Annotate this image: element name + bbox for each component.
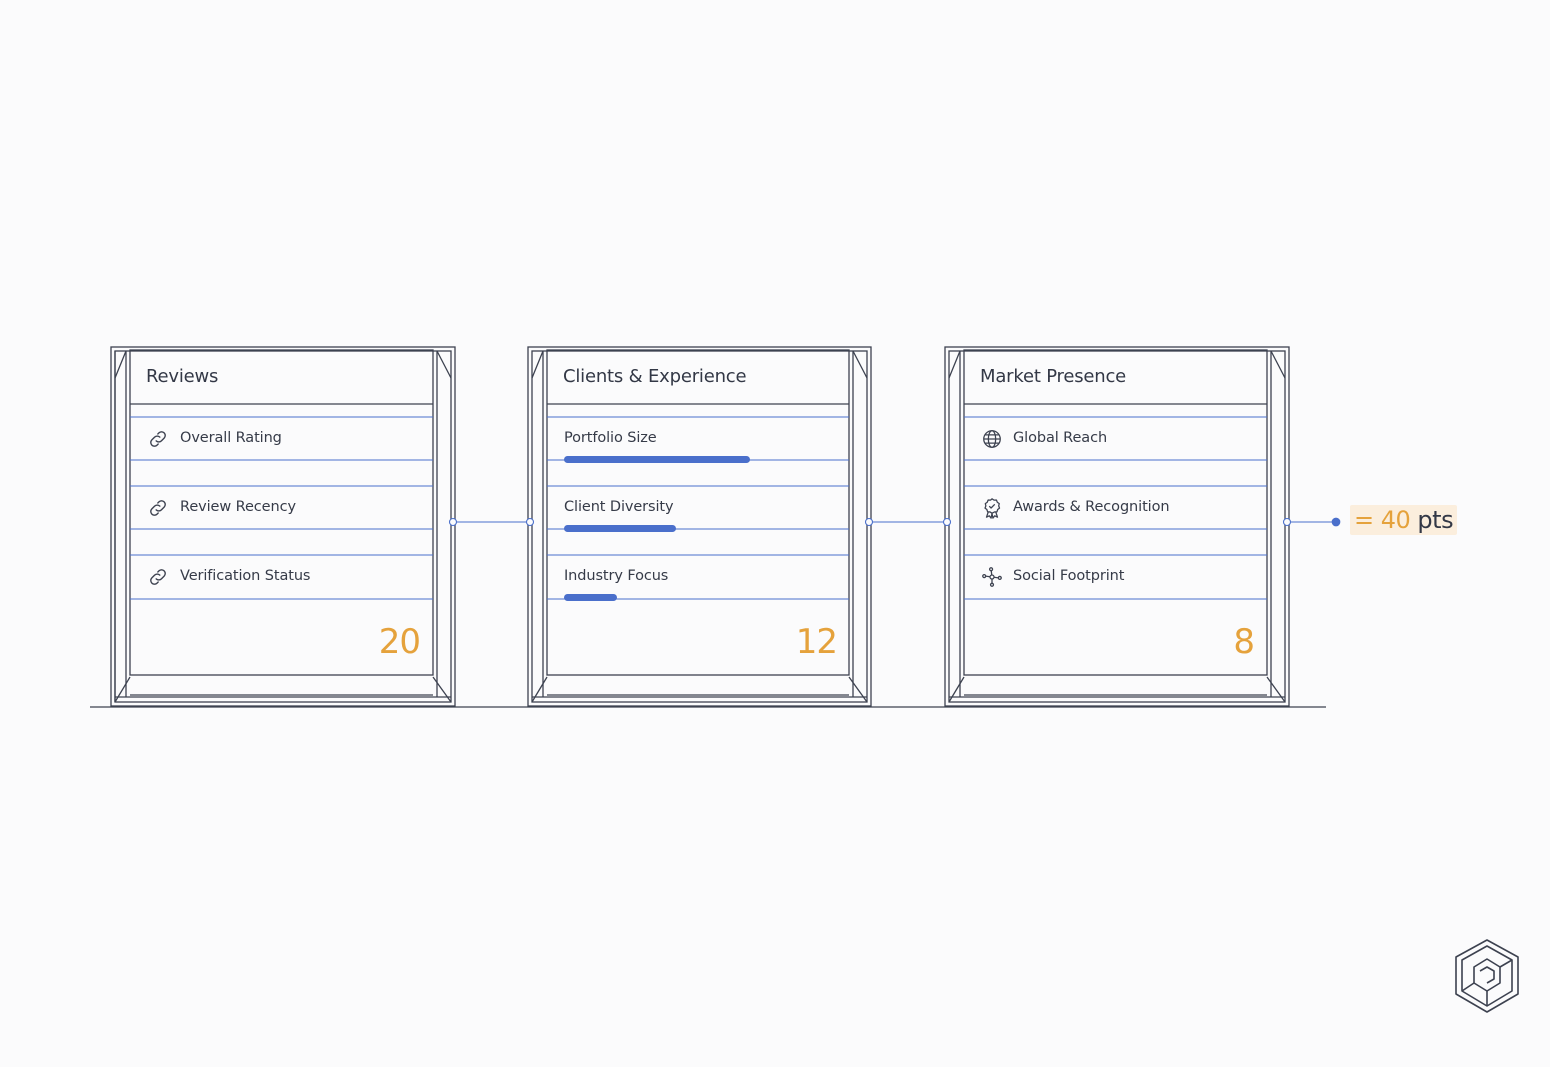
list-item-overall-rating: Overall Rating — [131, 417, 433, 461]
row-label: Global Reach — [1013, 430, 1108, 446]
list-item-social-footprint: Social Footprint — [965, 555, 1267, 599]
card-score: 12 — [795, 622, 838, 662]
row-label: Review Recency — [180, 499, 296, 515]
list-item-portfolio-size: Portfolio Size — [548, 417, 850, 463]
link-icon — [150, 569, 166, 585]
row-label: Portfolio Size — [564, 430, 657, 446]
list-item-global-reach: Global Reach — [965, 417, 1267, 461]
total-unit: pts — [1417, 506, 1454, 534]
row-label: Industry Focus — [564, 568, 669, 584]
card-title: Reviews — [146, 366, 219, 387]
scoring-diagram: Reviews Overall Rating Review Recency Ve… — [0, 0, 1550, 1067]
list-item-verification-status: Verification Status — [131, 555, 433, 599]
level-bar — [564, 594, 617, 601]
total-value: = 40 — [1354, 506, 1411, 534]
row-label: Client Diversity — [564, 499, 674, 515]
card-market-presence: Market Presence Global Reach Awards & Re… — [965, 350, 1267, 674]
award-ribbon-icon — [984, 498, 1001, 519]
card-score: 8 — [1233, 622, 1255, 662]
globe-icon — [983, 430, 1001, 448]
row-label: Overall Rating — [180, 430, 282, 446]
card-score: 20 — [378, 622, 421, 662]
row-label: Verification Status — [180, 568, 311, 584]
list-item-client-diversity: Client Diversity — [548, 486, 850, 532]
link-icon — [150, 500, 166, 516]
card-reviews: Reviews Overall Rating Review Recency Ve… — [131, 350, 433, 674]
list-item-review-recency: Review Recency — [131, 486, 433, 530]
cube-logo-icon — [1455, 939, 1519, 1013]
total-score: = 40 pts — [1350, 505, 1458, 535]
row-label: Awards & Recognition — [1013, 499, 1170, 515]
level-bar — [564, 525, 676, 532]
share-nodes-icon — [982, 567, 1002, 587]
card-title: Market Presence — [980, 366, 1127, 387]
list-item-industry-focus: Industry Focus — [548, 555, 850, 601]
link-icon — [150, 431, 166, 447]
card-title: Clients & Experience — [563, 366, 747, 387]
card-clients-experience: Clients & Experience Portfolio Size Clie… — [548, 350, 850, 674]
row-label: Social Footprint — [1013, 568, 1125, 584]
level-bar — [564, 456, 750, 463]
list-item-awards-recognition: Awards & Recognition — [965, 486, 1267, 530]
